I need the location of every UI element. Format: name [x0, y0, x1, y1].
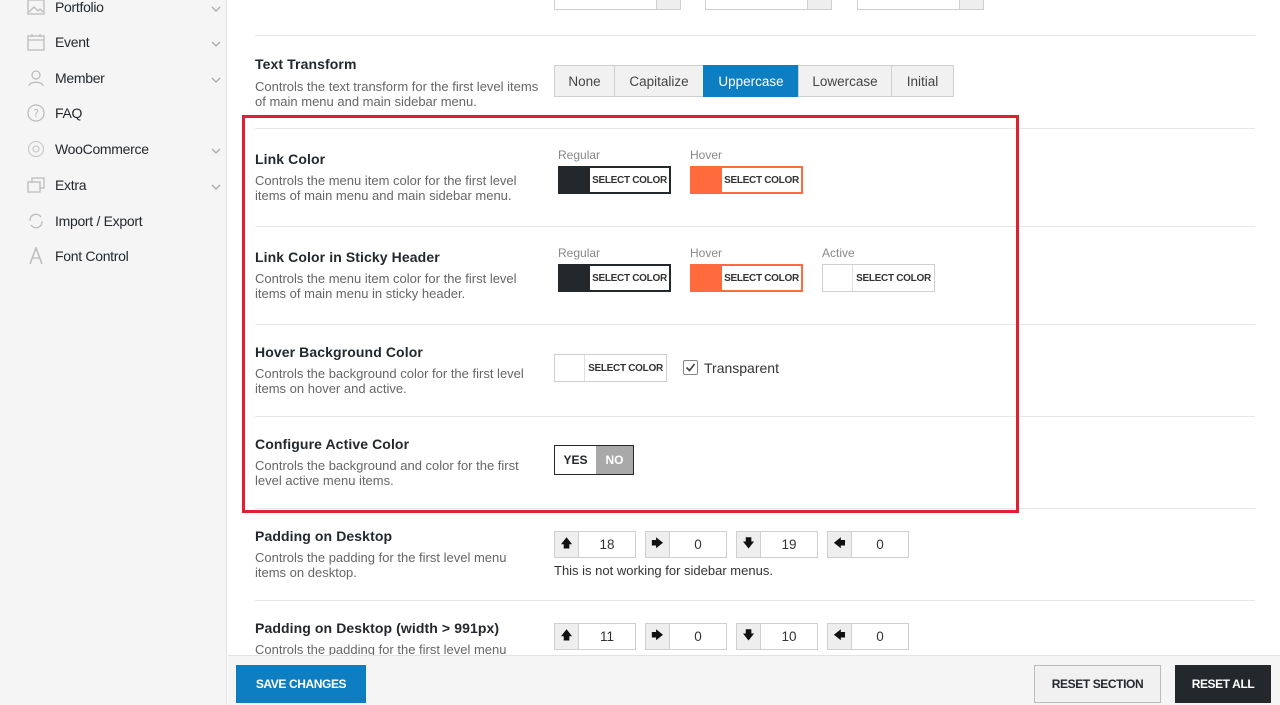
reset-all-button[interactable]: RESET ALL [1175, 665, 1271, 703]
sidebar-item-label: Font Control [55, 248, 129, 264]
row-title: Padding on Desktop [255, 528, 393, 544]
sidebar-item-label: Portfolio [55, 0, 104, 15]
option-lowercase[interactable]: Lowercase [798, 65, 892, 97]
sidebar-item-extra[interactable]: Extra [0, 167, 227, 203]
padding-left-input[interactable]: 🡄 0 [827, 623, 909, 650]
padding-value: 10 [781, 629, 797, 644]
sidebar-item-portfolio[interactable]: Portfolio [0, 0, 227, 25]
padding-value: 0 [876, 629, 884, 644]
option-capitalize[interactable]: Capitalize [614, 65, 704, 97]
sidebar-item-member[interactable]: Member [0, 60, 227, 96]
row-description: Controls the padding for the first level… [255, 642, 507, 655]
padding-bottom-input[interactable]: 🡇 10 [736, 623, 818, 650]
arrow-down-icon: 🡇 [737, 624, 761, 649]
refresh-icon [27, 212, 45, 230]
highlight-box [242, 115, 1019, 513]
text-transform-selector: None Capitalize Uppercase Lowercase Init… [554, 65, 954, 97]
row-title: Text Transform [255, 56, 357, 72]
reset-section-button[interactable]: RESET SECTION [1034, 665, 1161, 703]
sidebar-item-font-control[interactable]: Font Control [0, 238, 227, 274]
padding-desktop-row: Padding on Desktop Controls the padding … [255, 509, 1255, 601]
chevron-down-icon [211, 36, 221, 47]
padding-right-input[interactable]: 🡆 0 [645, 531, 727, 558]
padding-value: 19 [781, 537, 797, 552]
padding-bottom-input[interactable]: 🡇 19 [736, 531, 818, 558]
sidebar: Portfolio Event Member ? FAQ WooCommerce… [0, 0, 227, 705]
user-icon [27, 69, 45, 87]
sidebar-item-label: Extra [55, 177, 87, 193]
sidebar-item-label: WooCommerce [55, 141, 149, 157]
padding-top-input[interactable]: 🡅 11 [554, 623, 636, 650]
save-changes-button[interactable]: SAVE CHANGES [236, 665, 366, 703]
sidebar-item-event[interactable]: Event [0, 24, 227, 60]
arrow-left-icon: 🡄 [828, 624, 852, 649]
footer-bar: SAVE CHANGES RESET SECTION RESET ALL [228, 655, 1280, 705]
chevron-down-icon [211, 1, 221, 12]
padding-value: 18 [599, 537, 615, 552]
padding-value: 0 [694, 629, 702, 644]
divider [255, 0, 1255, 36]
arrow-left-icon: 🡄 [828, 532, 852, 557]
row-title: Padding on Desktop (width > 991px) [255, 620, 500, 636]
padding-right-input[interactable]: 🡆 0 [645, 623, 727, 650]
chevron-down-icon [211, 143, 221, 154]
sidebar-item-import-export[interactable]: Import / Export [0, 203, 227, 239]
padding-note: This is not working for sidebar menus. [554, 563, 773, 578]
font-icon [27, 247, 45, 265]
padding-desktop-991-row: Padding on Desktop (width > 991px) Contr… [255, 601, 1255, 655]
sidebar-item-label: Event [55, 34, 90, 50]
sidebar-item-woocommerce[interactable]: WooCommerce [0, 131, 227, 167]
arrow-right-icon: 🡆 [646, 532, 670, 557]
arrow-right-icon: 🡆 [646, 624, 670, 649]
arrow-down-icon: 🡇 [737, 532, 761, 557]
image-icon [27, 0, 45, 16]
chevron-down-icon [211, 72, 221, 83]
option-initial[interactable]: Initial [891, 65, 954, 97]
woocommerce-icon [27, 140, 45, 158]
option-none[interactable]: None [554, 65, 615, 97]
sidebar-item-label: Member [55, 70, 105, 86]
padding-value: 11 [599, 629, 614, 644]
option-uppercase[interactable]: Uppercase [703, 65, 799, 97]
chevron-down-icon [211, 179, 221, 190]
row-description: Controls the padding for the first level… [255, 550, 507, 580]
svg-text:?: ? [33, 107, 39, 120]
padding-top-input[interactable]: 🡅 18 [554, 531, 636, 558]
calendar-icon [27, 33, 45, 51]
arrow-up-icon: 🡅 [555, 532, 579, 557]
padding-value: 0 [876, 537, 884, 552]
arrow-up-icon: 🡅 [555, 624, 579, 649]
question-icon: ? [27, 104, 45, 122]
stack-icon [27, 176, 45, 194]
sidebar-item-label: Import / Export [55, 213, 143, 229]
padding-left-input[interactable]: 🡄 0 [827, 531, 909, 558]
sidebar-item-label: FAQ [55, 105, 83, 121]
padding-value: 0 [694, 537, 702, 552]
sidebar-item-faq[interactable]: ? FAQ [0, 95, 227, 131]
row-description: Controls the text transform for the firs… [255, 79, 539, 109]
